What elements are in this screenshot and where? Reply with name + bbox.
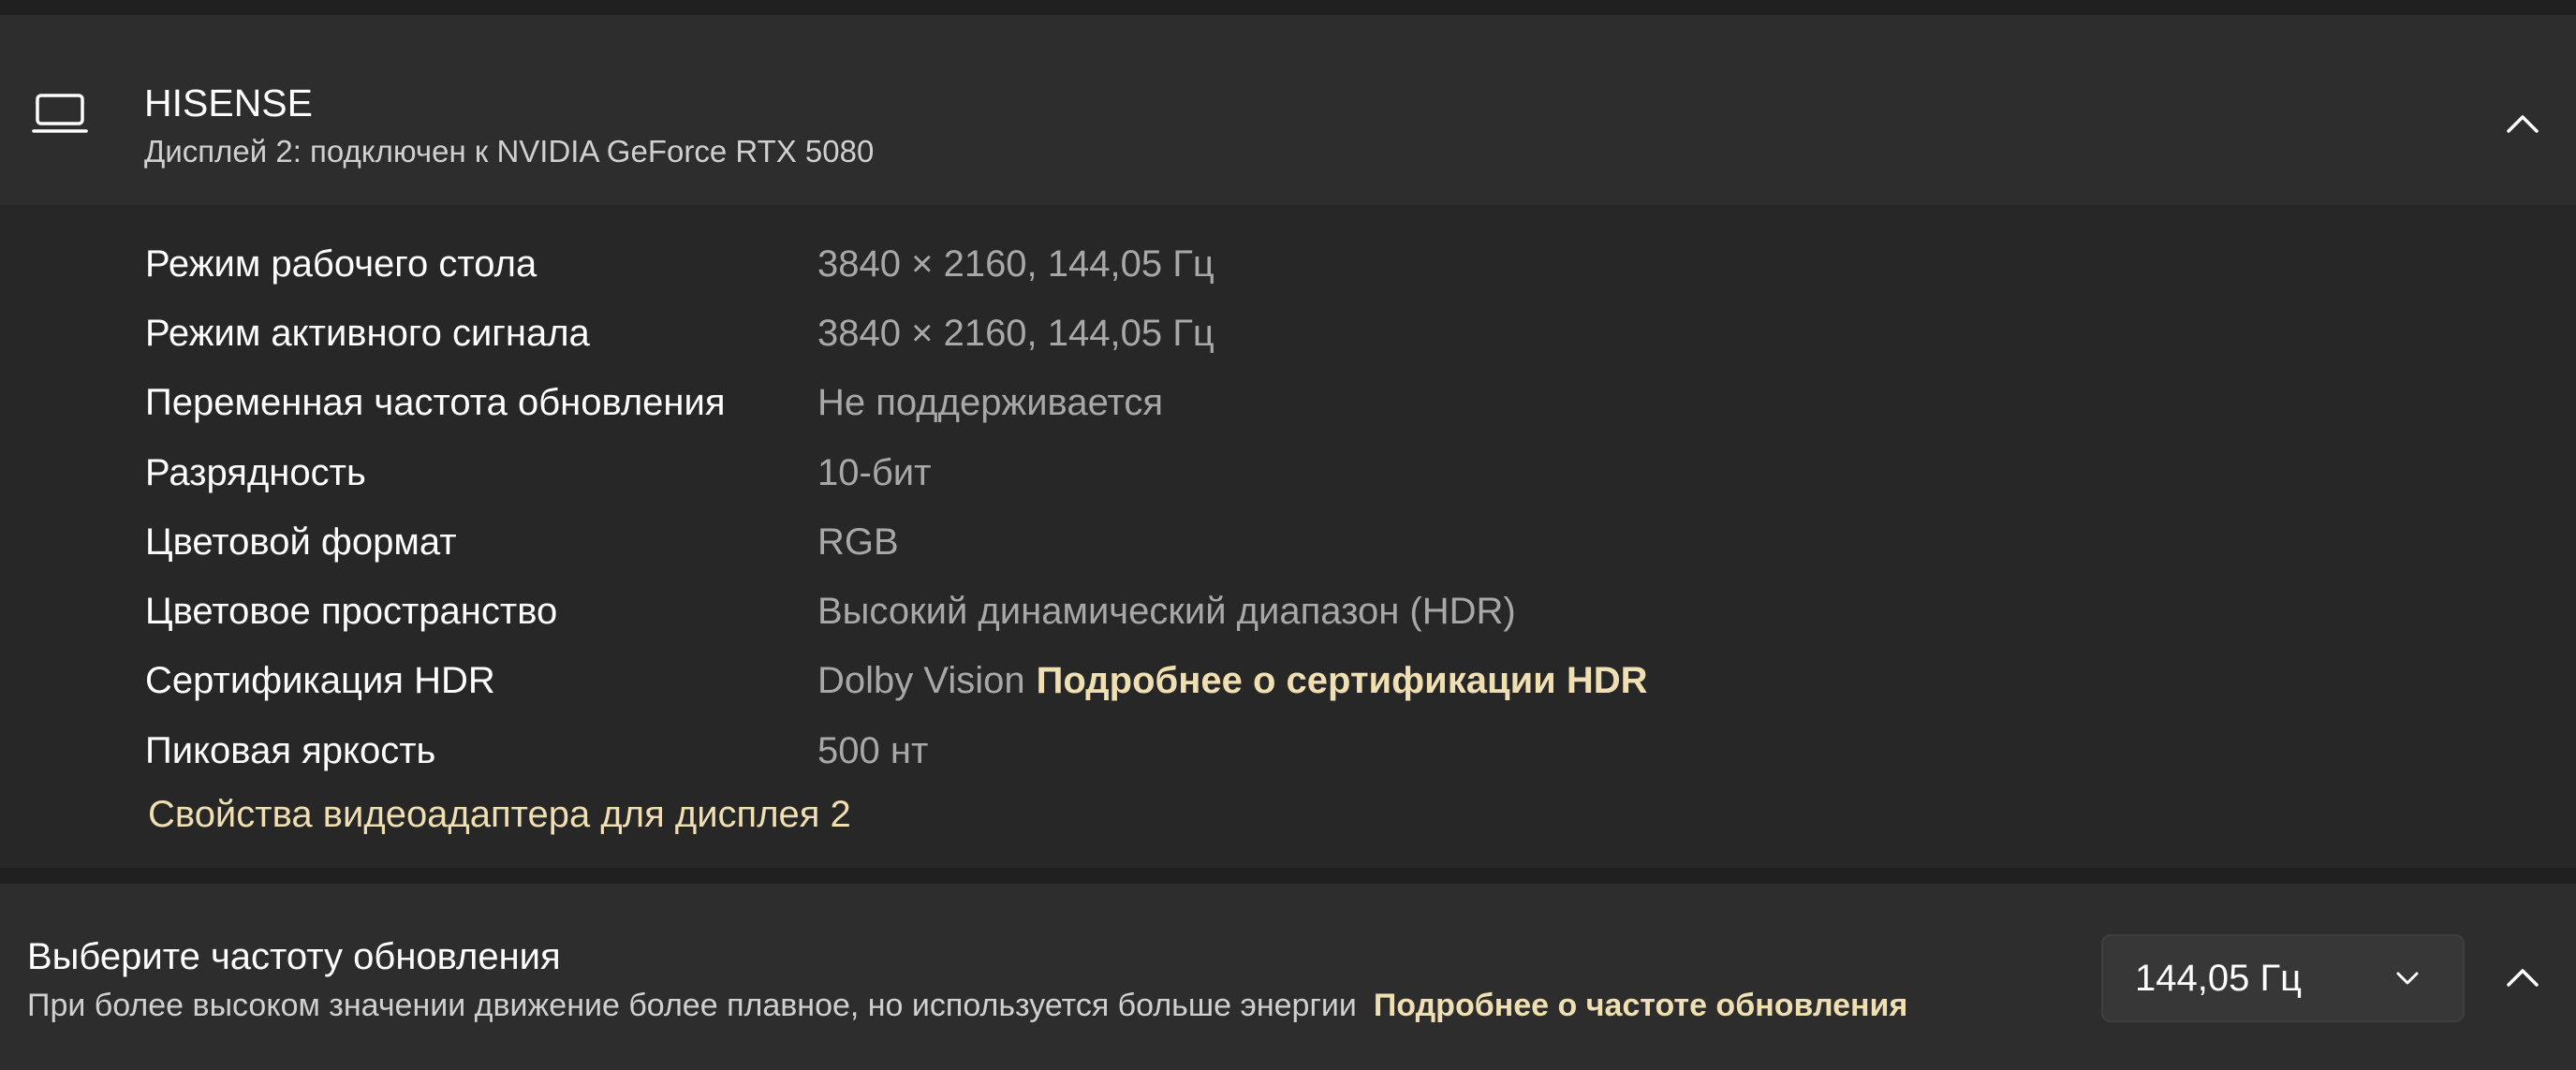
refresh-description-text: При более высоком значении движение боле… [27,988,1357,1023]
detail-label: Пиковая яркость [145,730,436,771]
detail-row-vrr: Переменная частота обновления Не поддерж… [145,376,2392,429]
display-settings-page: HISENSE Дисплей 2: подключен к NVIDIA Ge… [0,0,2576,1070]
detail-label: Сертификация HDR [145,660,495,701]
collapse-display-button[interactable] [2489,92,2556,159]
monitor-icon [30,90,90,142]
detail-label: Разрядность [145,452,366,493]
detail-value: Не поддерживается [817,382,1164,423]
refresh-rate-description: При более высоком значении движение боле… [27,985,1907,1026]
display-details-panel: Режим рабочего стола 3840 × 2160, 144,05… [0,205,2576,868]
detail-value: 10-бит [817,452,932,493]
chevron-down-icon [2393,964,2421,992]
collapse-refresh-button[interactable] [2489,945,2556,1013]
detail-label: Режим рабочего стола [145,243,537,285]
hdr-certification-link[interactable]: Подробнее о сертификации HDR [1037,660,1648,701]
refresh-rate-learn-more-link[interactable]: Подробнее о частоте обновления [1374,988,1907,1023]
detail-label: Цветовой формат [145,521,457,563]
display-name: HISENSE [144,81,313,125]
chevron-up-icon [2506,113,2539,139]
detail-row-hdr-certification: Сертификация HDR Dolby Vision Подробнее о… [145,654,2392,707]
detail-value: 3840 × 2160, 144,05 Гц [817,313,1214,354]
detail-value: Dolby Vision [817,660,1025,701]
detail-value: 500 нт [817,730,929,771]
refresh-rate-selected-value: 144,05 Гц [2135,958,2303,999]
refresh-rate-dropdown[interactable]: 144,05 Гц [2101,934,2465,1022]
detail-label: Режим активного сигнала [145,313,590,354]
detail-label: Цветовое пространство [145,591,558,632]
detail-value: 3840 × 2160, 144,05 Гц [817,243,1214,285]
detail-row-active-signal: Режим активного сигнала 3840 × 2160, 144… [145,307,2392,359]
display-connection-info: Дисплей 2: подключен к NVIDIA GeForce RT… [144,134,875,169]
display-header-card[interactable]: HISENSE Дисплей 2: подключен к NVIDIA Ge… [0,15,2576,205]
refresh-rate-title: Выберите частоту обновления [27,936,561,977]
chevron-up-icon [2506,967,2539,992]
detail-label: Переменная частота обновления [145,382,726,423]
detail-row-color-space: Цветовое пространство Высокий динамическ… [145,585,2392,638]
adapter-properties-link[interactable]: Свойства видеоадаптера для дисплея 2 [148,788,851,841]
detail-value: Высокий динамический диапазон (HDR) [817,591,1516,632]
detail-value: RGB [817,521,899,563]
detail-row-peak-brightness: Пиковая яркость 500 нт [145,725,2392,777]
detail-value-group: Dolby Vision Подробнее о сертификации HDR [817,654,1648,707]
detail-row-bit-depth: Разрядность 10-бит [145,447,2392,499]
detail-row-desktop-mode: Режим рабочего стола 3840 × 2160, 144,05… [145,238,2392,290]
detail-row-color-format: Цветовой формат RGB [145,516,2392,568]
